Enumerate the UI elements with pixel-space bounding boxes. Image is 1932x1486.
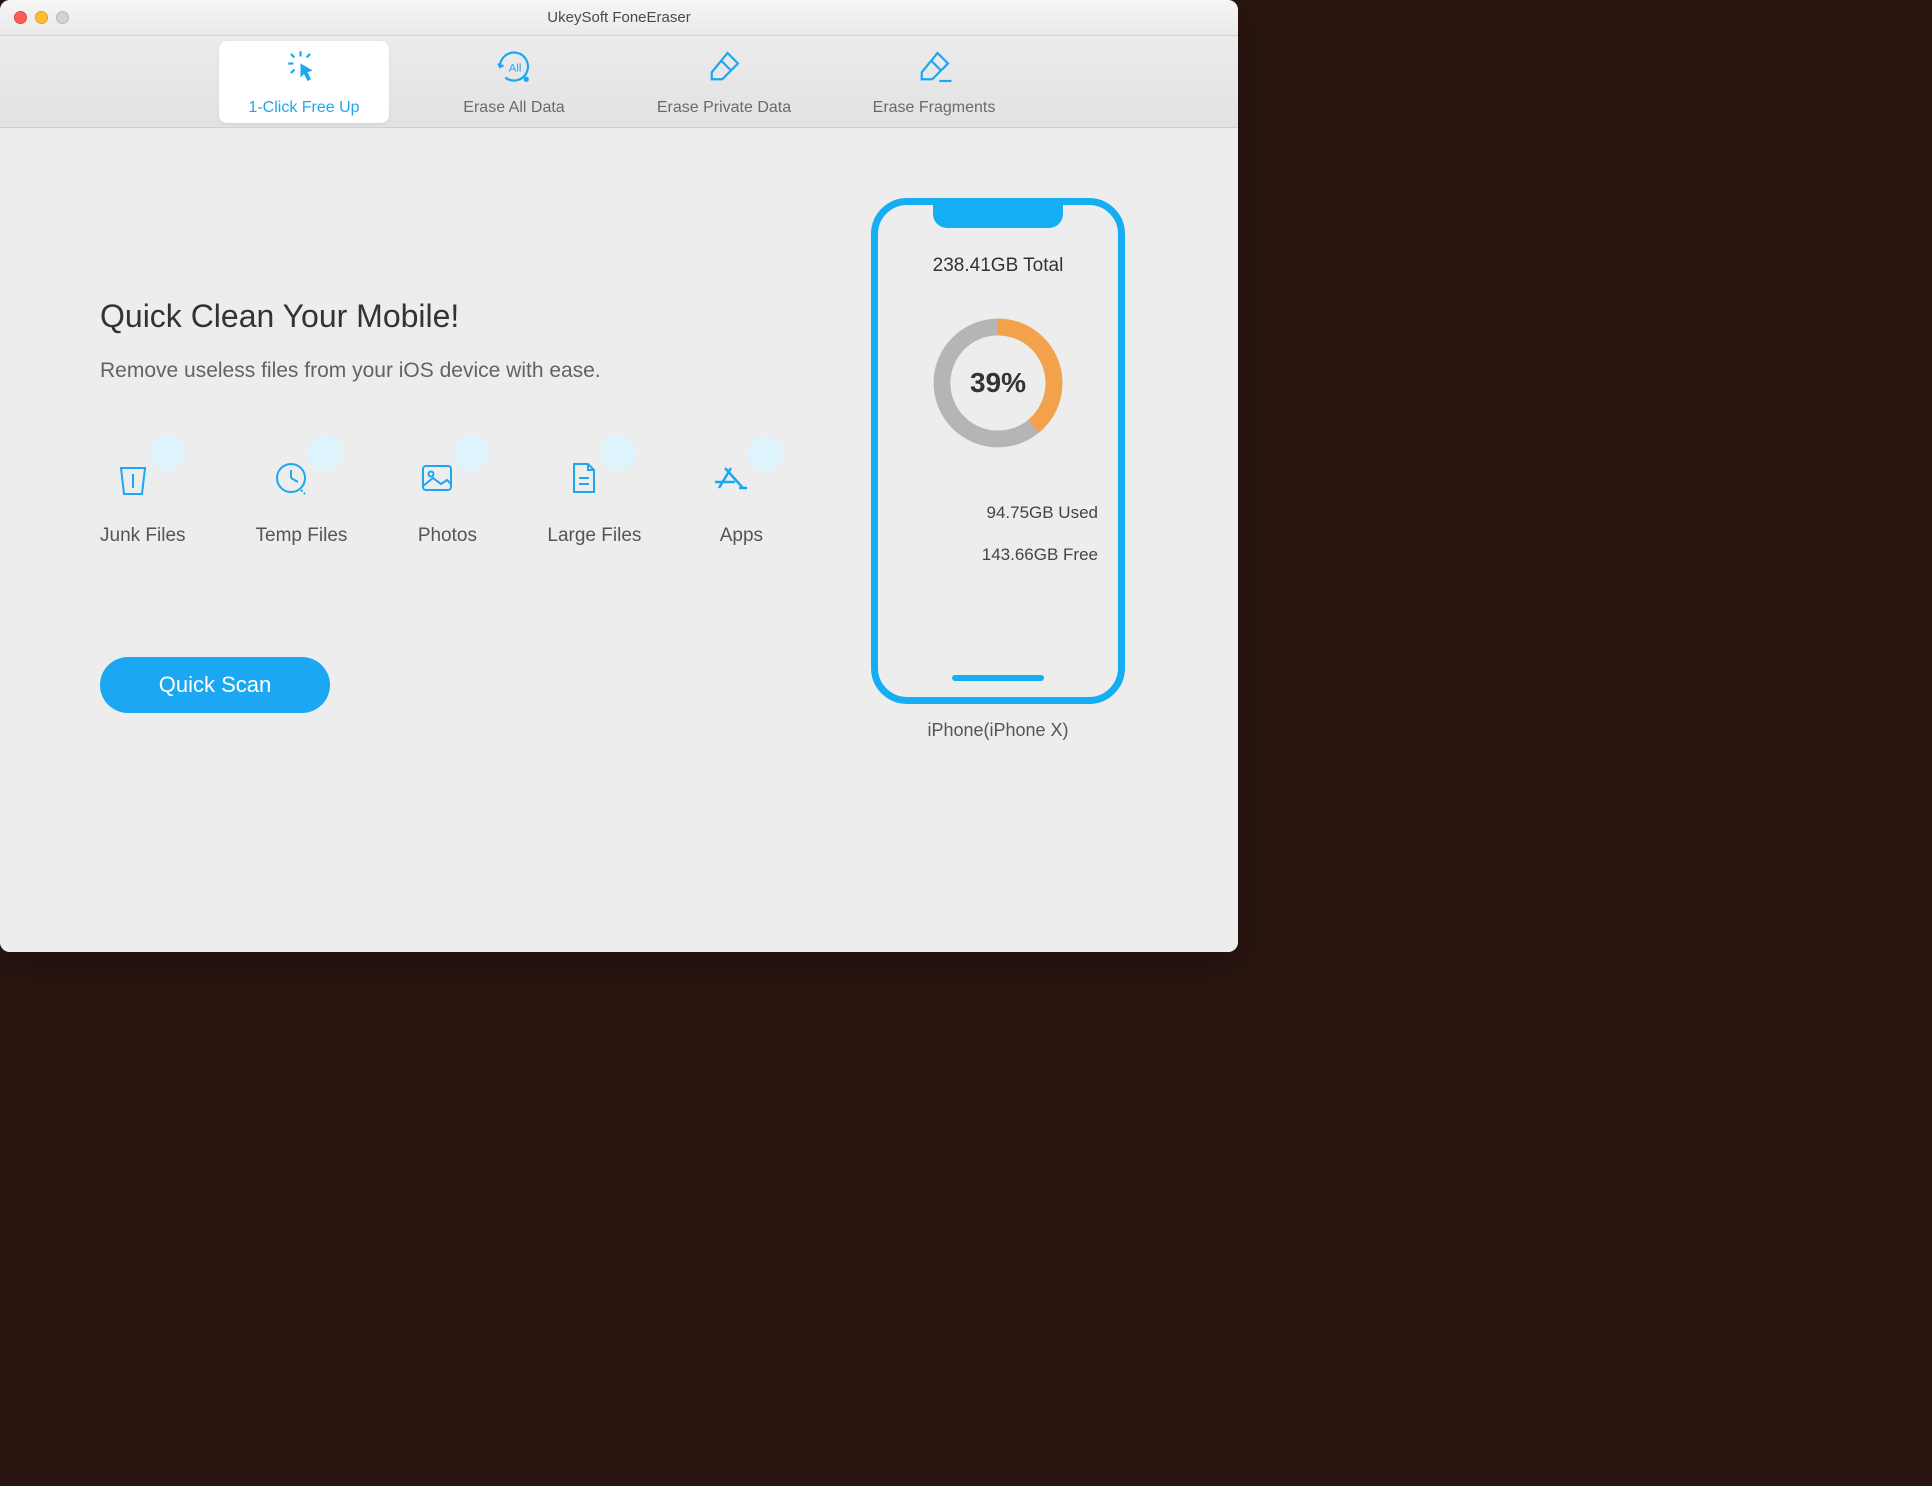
storage-percent: 39% bbox=[928, 313, 1068, 453]
quick-scan-button[interactable]: Quick Scan bbox=[100, 657, 330, 713]
titlebar: UkeySoft FoneEraser bbox=[0, 0, 1238, 36]
tab-erase-fragments[interactable]: Erase Fragments bbox=[849, 41, 1019, 123]
apps-icon bbox=[711, 458, 751, 503]
close-window-button[interactable] bbox=[14, 11, 27, 24]
storage-used: 94.75GB Used bbox=[878, 503, 1118, 523]
cursor-click-icon bbox=[283, 46, 325, 93]
category-photos[interactable]: Photos bbox=[417, 443, 477, 547]
category-temp-files[interactable]: Temp Files bbox=[256, 443, 348, 547]
main-content: Quick Clean Your Mobile! Remove useless … bbox=[0, 128, 1238, 952]
svg-text:All: All bbox=[509, 62, 522, 74]
tab-label: Erase All Data bbox=[463, 99, 564, 117]
category-label: Photos bbox=[418, 525, 477, 547]
tab-label: Erase Private Data bbox=[657, 99, 791, 117]
app-window: UkeySoft FoneEraser 1-Click Free Up bbox=[0, 0, 1238, 952]
category-apps[interactable]: Apps bbox=[711, 443, 771, 547]
category-row: Junk Files Te bbox=[100, 443, 838, 547]
icon-bubble bbox=[453, 435, 489, 471]
tab-label: Erase Fragments bbox=[873, 99, 996, 117]
category-large-files[interactable]: Large Files bbox=[547, 443, 641, 547]
trash-icon bbox=[113, 458, 153, 503]
window-controls bbox=[0, 11, 69, 24]
file-icon bbox=[564, 458, 604, 503]
eraser-icon bbox=[703, 46, 745, 93]
tab-free-up[interactable]: 1-Click Free Up bbox=[219, 41, 389, 123]
tab-label: 1-Click Free Up bbox=[248, 99, 359, 117]
icon-bubble bbox=[307, 435, 343, 471]
page-subline: Remove useless files from your iOS devic… bbox=[100, 359, 838, 383]
phone-home-indicator bbox=[952, 675, 1044, 681]
icon-bubble bbox=[747, 435, 783, 471]
icon-bubble bbox=[149, 435, 185, 471]
minimize-window-button[interactable] bbox=[35, 11, 48, 24]
left-panel: Quick Clean Your Mobile! Remove useless … bbox=[100, 188, 838, 912]
category-label: Large Files bbox=[547, 525, 641, 547]
eraser-fragments-icon bbox=[913, 46, 955, 93]
device-name: iPhone(iPhone X) bbox=[927, 720, 1068, 741]
image-icon bbox=[417, 458, 457, 503]
category-label: Apps bbox=[720, 525, 763, 547]
phone-notch bbox=[933, 204, 1063, 228]
window-title: UkeySoft FoneEraser bbox=[0, 9, 1238, 26]
category-label: Temp Files bbox=[256, 525, 348, 547]
storage-donut: 39% bbox=[928, 313, 1068, 453]
tab-erase-private[interactable]: Erase Private Data bbox=[639, 41, 809, 123]
tab-erase-all[interactable]: All Erase All Data bbox=[429, 41, 599, 123]
category-label: Junk Files bbox=[100, 525, 186, 547]
clock-icon bbox=[271, 458, 311, 503]
page-headline: Quick Clean Your Mobile! bbox=[100, 298, 838, 335]
phone-outline: 238.41GB Total 39% 94.75GB Used 143.66GB… bbox=[871, 198, 1125, 704]
storage-free: 143.66GB Free bbox=[878, 545, 1118, 565]
device-panel: 238.41GB Total 39% 94.75GB Used 143.66GB… bbox=[838, 188, 1158, 912]
storage-total: 238.41GB Total bbox=[933, 255, 1064, 277]
maximize-window-button bbox=[56, 11, 69, 24]
icon-bubble bbox=[600, 435, 636, 471]
category-junk-files[interactable]: Junk Files bbox=[100, 443, 186, 547]
erase-all-icon: All bbox=[493, 46, 535, 93]
top-tabs: 1-Click Free Up All Erase All Data Eras bbox=[0, 36, 1238, 128]
